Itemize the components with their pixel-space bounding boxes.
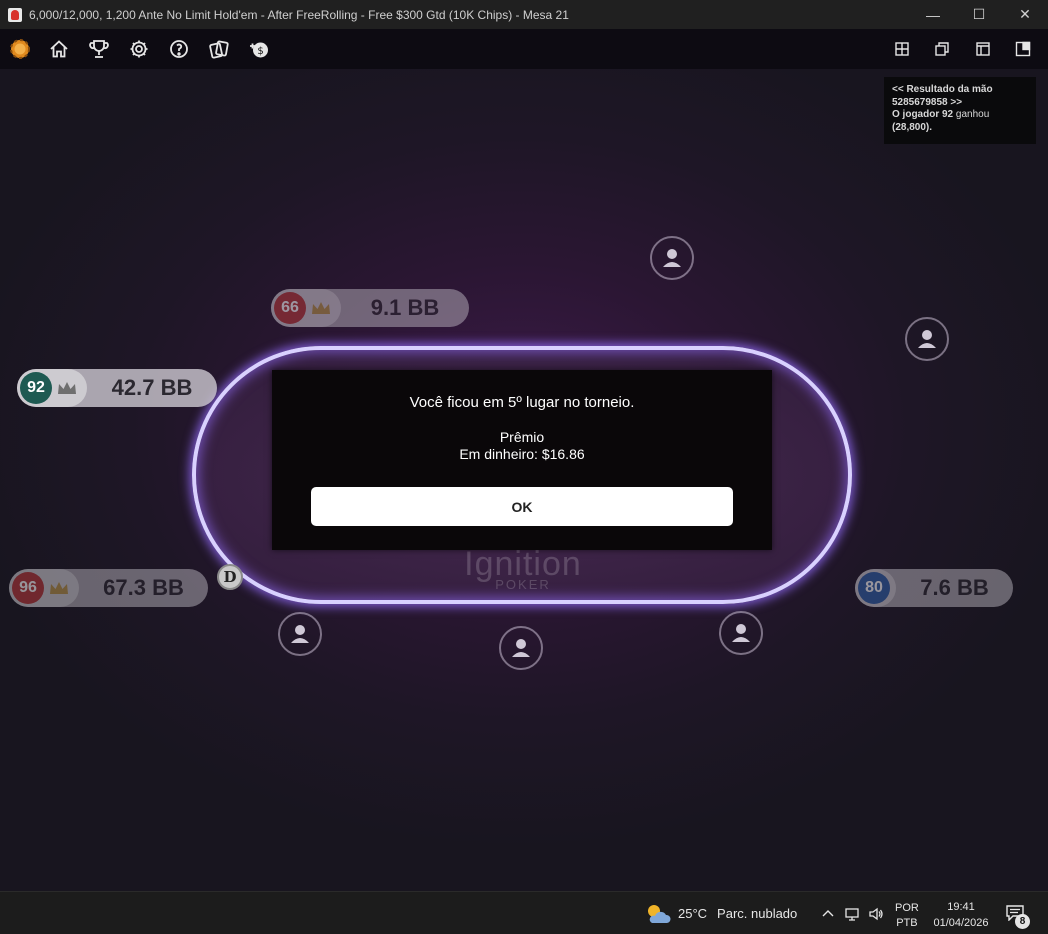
maximize-button[interactable]: ☐ [956, 0, 1002, 29]
empty-seat[interactable] [719, 611, 763, 655]
crown-icon [58, 382, 76, 394]
player-seat-badge: 92 [20, 372, 52, 404]
person-icon [732, 624, 750, 642]
toolbar: $ [0, 29, 1048, 69]
hand-result-line4: (28,800). [892, 121, 933, 133]
cascade-view-icon[interactable] [922, 29, 962, 69]
player-badge-area: 92 [17, 369, 87, 407]
svg-text:$: $ [257, 46, 263, 57]
side-panel-icon[interactable] [1003, 29, 1043, 69]
language-indicator[interactable]: POR PTB [895, 901, 919, 931]
home-icon[interactable] [39, 29, 79, 69]
temperature: 25°C [678, 906, 708, 921]
player-seat-badge: 66 [274, 292, 306, 324]
player-seat-badge: 96 [12, 572, 44, 604]
hand-result-line3: O jogador 92 ganhou [892, 109, 1028, 122]
info-icon[interactable] [159, 29, 199, 69]
minimize-button[interactable]: — [910, 0, 956, 29]
ignition-logo: Ignition POKER [458, 547, 588, 592]
chevron-up-icon[interactable] [820, 906, 836, 922]
cards-icon[interactable] [199, 29, 239, 69]
window-view-icon[interactable] [963, 29, 1003, 69]
person-icon [512, 639, 530, 657]
player-pod[interactable]: 92 42.7 BB [17, 369, 217, 407]
player-stack: 7.6 BB [920, 575, 989, 600]
network-icon[interactable] [844, 906, 860, 922]
clock-time: 19:41 [947, 901, 975, 913]
keyboard-layout: PTB [896, 917, 918, 929]
close-button[interactable]: ✕ [1002, 0, 1048, 29]
prize-title: Prêmio [499, 429, 545, 445]
person-icon [663, 249, 681, 267]
hand-result-won-text: ganhou [953, 109, 990, 120]
window-title: 6,000/12,000, 1,200 Ante No Limit Hold'e… [29, 7, 569, 22]
empty-seat[interactable] [499, 626, 543, 670]
partly-cloudy-icon [648, 904, 671, 923]
title-bar: 6,000/12,000, 1,200 Ante No Limit Hold'e… [0, 0, 1048, 29]
chip-icon[interactable] [0, 29, 40, 69]
clock-date: 01/04/2026 [933, 917, 989, 929]
clock[interactable]: 19:41 01/04/2026 [928, 899, 994, 931]
crown-icon [50, 582, 68, 594]
dialog-message: Você ficou em 5º lugar no torneio. [409, 394, 635, 411]
player-stack: 42.7 BB [111, 375, 193, 400]
notification-count: 8 [1015, 914, 1030, 929]
player-badge-area: 96 [9, 569, 79, 607]
player-stack: 67.3 BB [103, 575, 184, 600]
prize-info: Prêmio Em dinheiro: $16.86 [272, 429, 772, 463]
tournament-result-dialog: Você ficou em 5º lugar no torneio. Prêmi… [272, 370, 772, 550]
person-icon [291, 625, 309, 643]
hand-result-line2: 5285679858 >> [892, 96, 963, 108]
empty-seat[interactable] [905, 317, 949, 361]
player-pod[interactable]: 96 67.3 BB [9, 569, 208, 607]
weather-condition: Parc. nublado [717, 906, 798, 921]
gear-icon[interactable] [119, 29, 159, 69]
hand-result-winner: O jogador 92 [892, 109, 954, 120]
taskbar: 25°C Parc. nublado POR PTB 19:41 01/04/2… [0, 891, 1048, 934]
player-badge-area: 80 [855, 569, 896, 607]
grid-view-icon[interactable] [882, 29, 922, 69]
volume-icon[interactable] [868, 906, 884, 922]
empty-seat[interactable] [278, 612, 322, 656]
weather-widget[interactable]: 25°C Parc. nublado [645, 892, 797, 934]
poker-table-area: << Resultado da mão 5285679858 >> O joga… [0, 69, 1048, 891]
player-seat-badge: 80 [858, 572, 890, 604]
trophy-icon[interactable] [79, 29, 119, 69]
language-code: POR [895, 902, 919, 914]
app-icon [8, 7, 22, 22]
player-pod[interactable]: 66 9.1 BB [271, 289, 469, 327]
window-controls: — ☐ ✕ [910, 0, 1048, 29]
hand-result-panel[interactable]: << Resultado da mão 5285679858 >> O joga… [884, 77, 1036, 144]
cashier-icon[interactable]: $ [239, 29, 279, 69]
crown-icon [312, 302, 330, 314]
prize-value: Em dinheiro: $16.86 [459, 446, 585, 462]
system-tray [820, 892, 884, 934]
person-icon [918, 330, 936, 348]
ok-button[interactable]: OK [311, 487, 733, 526]
hand-result-line1: << Resultado da mão [892, 84, 993, 95]
dealer-button: D [217, 564, 243, 590]
empty-seat[interactable] [650, 236, 694, 280]
player-pod[interactable]: 80 7.6 BB [855, 569, 1013, 607]
logo-text: Ignition [464, 545, 582, 583]
player-badge-area: 66 [271, 289, 341, 327]
player-stack: 9.1 BB [370, 295, 440, 320]
